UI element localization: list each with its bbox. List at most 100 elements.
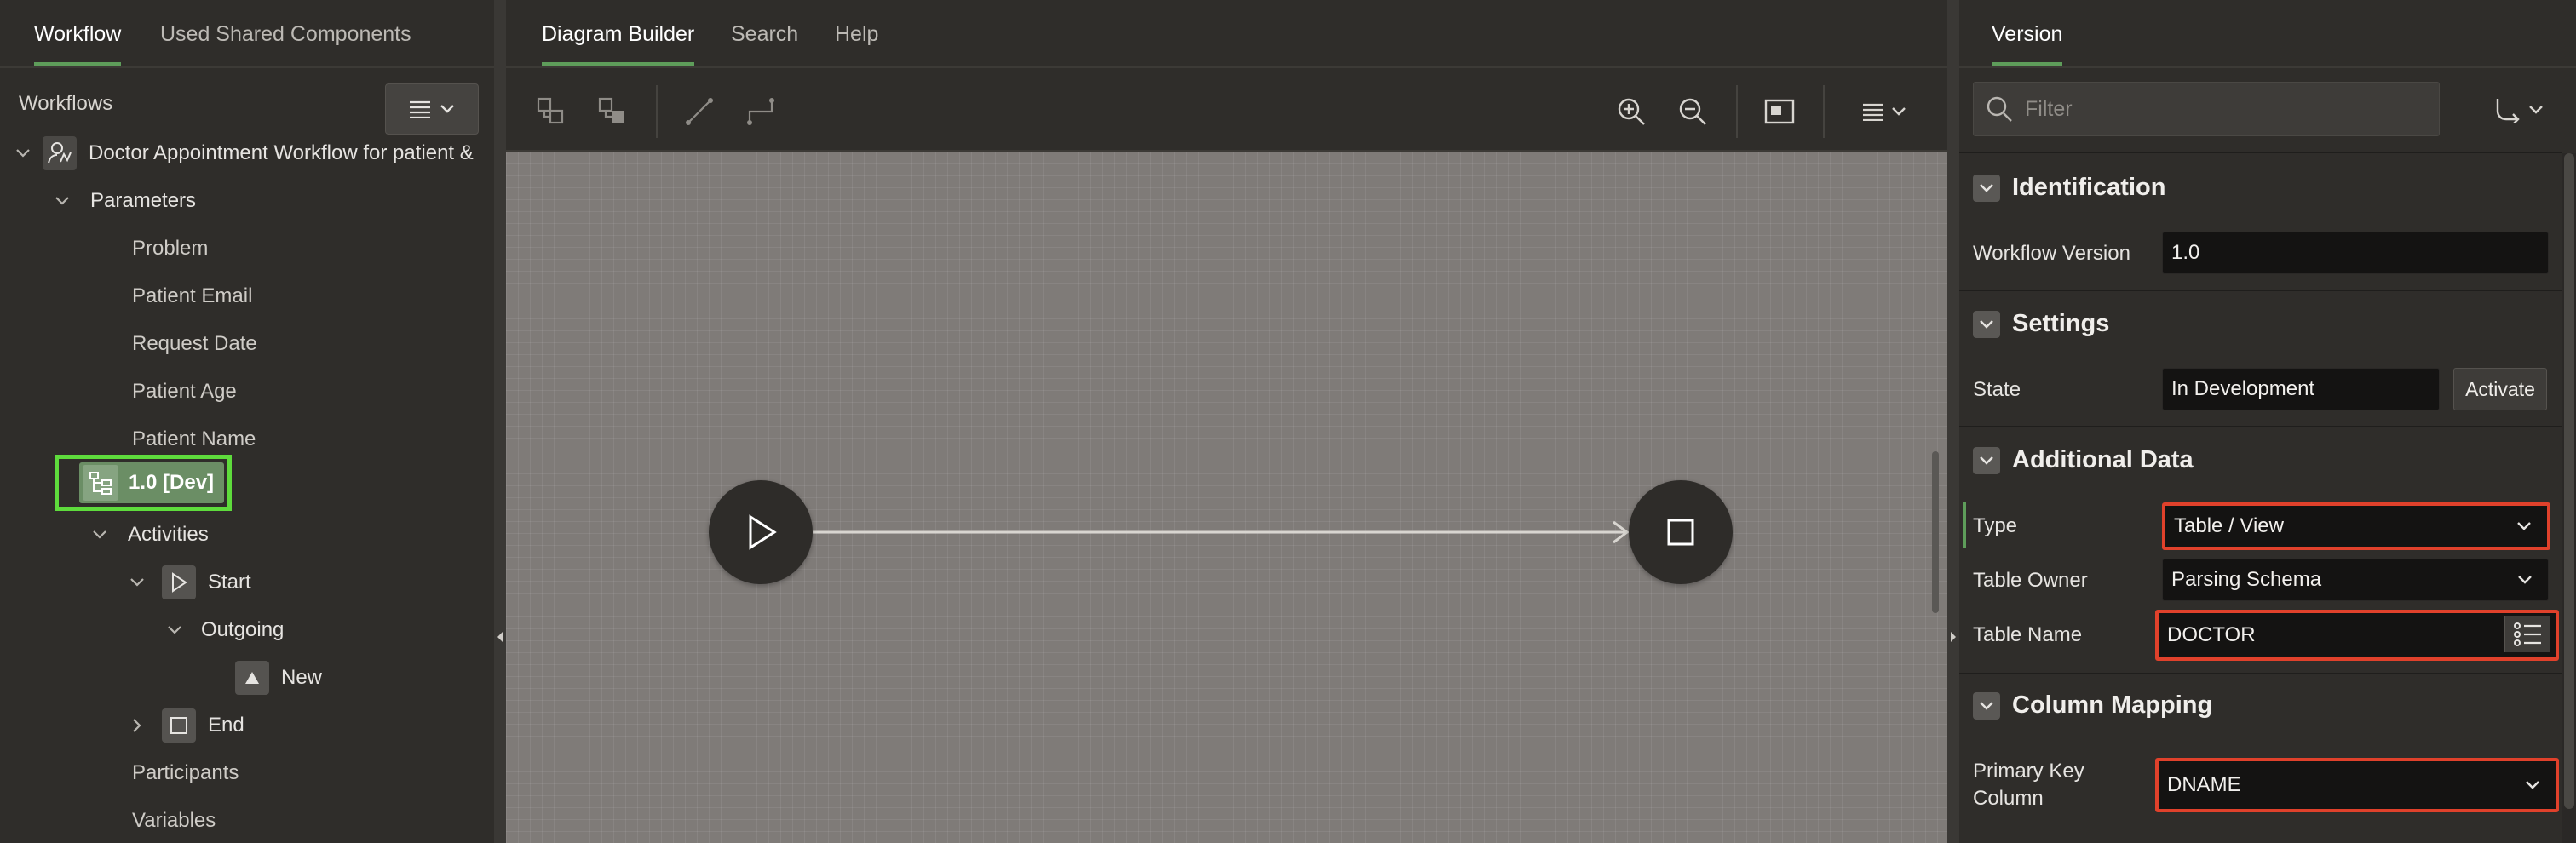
end-node[interactable]: [1629, 480, 1733, 584]
tree-node-version-selected[interactable]: 1.0 [Dev]: [55, 455, 232, 511]
property-scrollbar[interactable]: [2562, 153, 2576, 843]
modified-indicator: [1963, 502, 1966, 548]
workflow-version-field[interactable]: 1.0: [2162, 232, 2549, 274]
primary-key-column-label: Primary Key Column: [1973, 758, 2084, 812]
tree-node-workflow[interactable]: Doctor Appointment Workflow for patient …: [14, 129, 474, 177]
stop-icon: [162, 708, 196, 743]
toolbar-divider: [1736, 85, 1738, 138]
workflow-name: Doctor Appointment Workflow for patient …: [89, 141, 474, 164]
tree-node-parameter[interactable]: Problem: [132, 225, 208, 272]
section-divider: [1959, 152, 2562, 153]
zoom-in-button[interactable]: [1608, 89, 1654, 135]
filter-field[interactable]: [1973, 82, 2440, 136]
menu-icon: [410, 100, 430, 118]
section-title: Identification: [2012, 174, 2166, 201]
filter-input[interactable]: [2025, 96, 2417, 122]
play-icon: [162, 565, 196, 599]
chevron-down-icon[interactable]: [1973, 310, 2000, 338]
scroll-thumb[interactable]: [2564, 153, 2574, 809]
chevron-down-icon[interactable]: [165, 621, 184, 639]
collapse-right-icon[interactable]: [1949, 630, 1958, 644]
chevron-down-icon[interactable]: [128, 573, 147, 592]
tree-node-start[interactable]: Start: [128, 559, 251, 606]
state-label: State: [1973, 378, 2021, 401]
list-icon: [2513, 622, 2541, 646]
diagram-menu-button[interactable]: [1852, 89, 1917, 135]
tree-node-variables[interactable]: Variables: [132, 797, 216, 843]
menu-icon: [1863, 103, 1883, 121]
chevron-right-icon[interactable]: [128, 716, 147, 735]
expand-all-button[interactable]: [528, 89, 574, 135]
chevron-down-icon[interactable]: [14, 144, 32, 163]
chevron-down-icon[interactable]: [1973, 691, 2000, 720]
chevron-down-icon: [2526, 781, 2539, 789]
orthogonal-connector-button[interactable]: [738, 89, 784, 135]
straight-connector-button[interactable]: [676, 89, 722, 135]
table-owner-value: Parsing Schema: [2171, 568, 2322, 591]
activate-button[interactable]: Activate: [2453, 368, 2547, 410]
chevron-down-icon[interactable]: [90, 525, 109, 544]
section-column-mapping-header[interactable]: Column Mapping: [1973, 691, 2212, 720]
fit-to-screen-icon: [1764, 99, 1795, 124]
center-tab-bar: Diagram Builder Search Help: [506, 0, 1947, 68]
tree-node-parameters[interactable]: Parameters: [53, 177, 196, 225]
section-title: Settings: [2012, 310, 2110, 337]
diagram-canvas[interactable]: [506, 152, 1947, 843]
tree-node-parameter[interactable]: Patient Age: [132, 368, 237, 416]
chevron-down-icon[interactable]: [1973, 174, 2000, 202]
expand-all-icon: [537, 97, 564, 124]
workflow-version-label: Workflow Version: [1973, 242, 2130, 265]
table-name-label: Table Name: [1973, 623, 2083, 646]
tree-node-activities[interactable]: Activities: [90, 511, 209, 559]
tab-workflow[interactable]: Workflow: [34, 0, 122, 68]
version-node-highlight: 1.0 [Dev]: [79, 462, 224, 503]
version-label: 1.0 [Dev]: [129, 471, 215, 494]
route-icon: [2496, 99, 2520, 123]
tree-node-outgoing[interactable]: Outgoing: [165, 606, 284, 654]
collapse-left-icon[interactable]: [496, 630, 504, 644]
primary-key-column-select[interactable]: DNAME: [2155, 758, 2559, 812]
tree-menu-button[interactable]: [385, 83, 479, 135]
chevron-down-icon[interactable]: [53, 192, 72, 210]
tree-node-end[interactable]: End: [128, 702, 244, 749]
tab-diagram-builder[interactable]: Diagram Builder: [542, 0, 695, 68]
right-splitter[interactable]: [1932, 0, 1959, 843]
version-icon: [83, 465, 118, 501]
chevron-down-icon: [1892, 107, 1906, 116]
primary-key-label-line: Column: [1973, 787, 2044, 810]
tab-used-shared-components[interactable]: Used Shared Components: [160, 0, 411, 68]
chevron-down-icon: [2518, 576, 2532, 584]
transition-icon: [235, 661, 269, 695]
tree-node-parameter[interactable]: Request Date: [132, 320, 257, 368]
search-icon: [1987, 96, 2012, 122]
outgoing-label: Outgoing: [201, 618, 285, 641]
chevron-down-icon[interactable]: [1973, 446, 2000, 474]
list-of-values-button[interactable]: [2504, 616, 2550, 652]
tree-node-parameter[interactable]: Patient Email: [132, 272, 252, 320]
section-divider: [1959, 290, 2562, 291]
activities-label: Activities: [128, 523, 209, 546]
left-splitter[interactable]: [494, 0, 506, 843]
section-divider: [1959, 426, 2562, 427]
table-owner-label: Table Owner: [1973, 569, 2088, 592]
go-to-group-button[interactable]: [2481, 87, 2557, 133]
left-tab-bar: Workflow Used Shared Components: [0, 0, 494, 68]
table-name-field[interactable]: DOCTOR: [2155, 610, 2559, 661]
workflow-tree-panel: Workflow Used Shared Components Workflow…: [0, 0, 494, 843]
tab-version[interactable]: Version: [1992, 0, 2063, 68]
section-settings-header[interactable]: Settings: [1973, 310, 2109, 338]
tree-node-participants[interactable]: Participants: [132, 749, 239, 797]
collapse-all-button[interactable]: [589, 89, 635, 135]
tree-node-transition-new[interactable]: New: [235, 654, 322, 702]
canvas-scroll-thumb[interactable]: [1932, 451, 1939, 613]
zoom-out-button[interactable]: [1670, 89, 1716, 135]
table-owner-select[interactable]: Parsing Schema: [2162, 559, 2549, 601]
start-node[interactable]: [709, 480, 813, 584]
state-field: In Development: [2162, 368, 2440, 410]
section-identification-header[interactable]: Identification: [1973, 174, 2165, 202]
type-select[interactable]: Table / View: [2162, 502, 2550, 550]
tab-help[interactable]: Help: [835, 0, 878, 68]
section-additional-data-header[interactable]: Additional Data: [1973, 446, 2194, 474]
fit-to-screen-button[interactable]: [1757, 89, 1803, 135]
tab-search[interactable]: Search: [731, 0, 798, 68]
